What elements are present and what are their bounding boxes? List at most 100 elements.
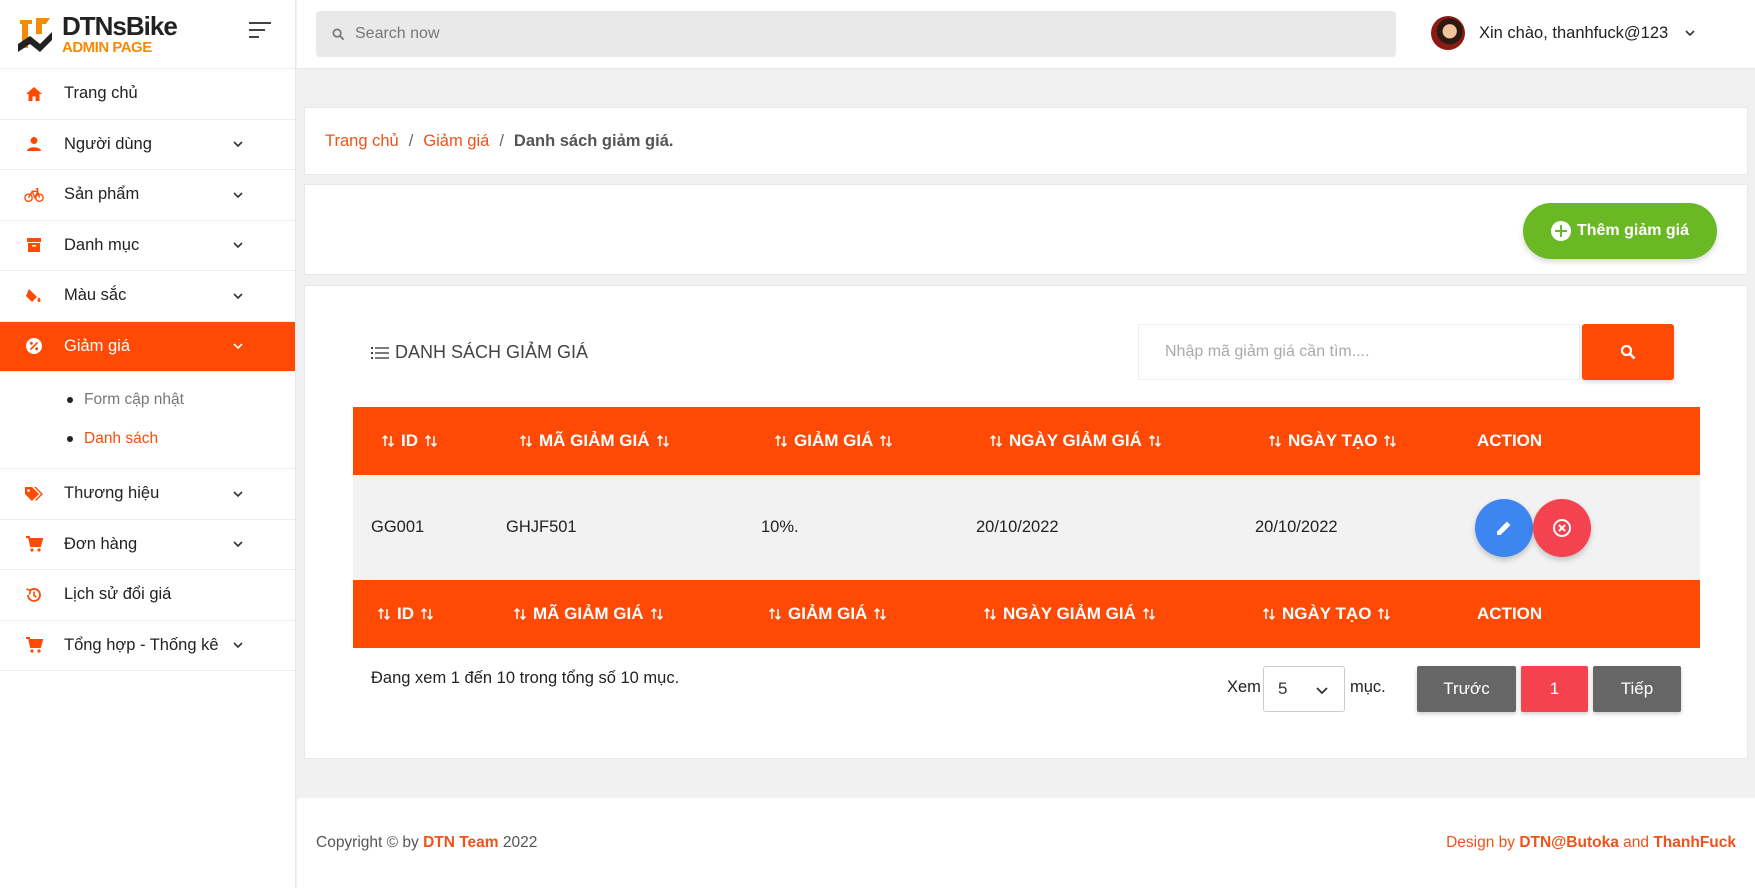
column-footer-discount-date[interactable]: NGÀY GIẢM GIÁ	[977, 580, 1162, 648]
brand-name: DTNsBike	[62, 11, 178, 41]
column-footer-action: ACTION	[1477, 580, 1542, 648]
chevron-down-icon	[233, 343, 243, 350]
sort-icon	[424, 434, 438, 448]
sort-icon	[1268, 434, 1282, 448]
sidebar-item-orders[interactable]: Đơn hàng	[0, 520, 295, 570]
sidebar-item-statistics[interactable]: Tổng hợp - Thống kê	[0, 621, 295, 671]
sort-icon	[768, 607, 782, 621]
sidebar-item-label: Tổng hợp - Thống kê	[64, 635, 219, 654]
discount-list-card: DANH SÁCH GIẢM GIÁ ID MÃ GIẢM GIÁ GIẢM G…	[304, 285, 1748, 759]
plus-circle-icon	[1550, 221, 1571, 241]
page-size-select[interactable]: 5	[1263, 666, 1345, 712]
discount-table: ID MÃ GIẢM GIÁ GIẢM GIÁ NGÀY GIẢM GIÁ NG	[353, 407, 1700, 648]
chevron-down-icon	[1316, 687, 1328, 695]
column-footer-id[interactable]: ID	[371, 580, 440, 648]
sort-icon	[989, 434, 1003, 448]
column-footer-label: ID	[397, 604, 414, 623]
next-page-button[interactable]: Tiếp	[1593, 666, 1681, 712]
designer-link[interactable]: DTN@Butoka	[1519, 834, 1619, 851]
sidebar-item-categories[interactable]: Danh mục	[0, 221, 295, 271]
cart-icon	[24, 534, 44, 554]
sidebar-item-home[interactable]: Trang chủ	[0, 69, 295, 120]
toolbar-card: Thêm giảm giá	[304, 184, 1748, 275]
brand-logo-icon	[18, 18, 52, 52]
menu-toggle-icon[interactable]	[249, 22, 273, 42]
tags-icon	[24, 484, 44, 504]
close-circle-icon	[1553, 519, 1571, 537]
column-header-label: NGÀY TẠO	[1288, 431, 1378, 450]
search-icon	[1620, 344, 1636, 360]
column-footer-code[interactable]: MÃ GIẢM GIÁ	[507, 580, 670, 648]
user-menu[interactable]: Xin chào, thanhfuck@123	[1431, 16, 1696, 50]
sort-icon	[650, 607, 663, 621]
cell-id: GG001	[371, 518, 425, 536]
submenu-item-label: Danh sách	[84, 429, 159, 447]
column-header-id[interactable]: ID	[375, 407, 444, 475]
sort-icon	[420, 607, 434, 621]
column-header-label: NGÀY GIẢM GIÁ	[1009, 431, 1142, 450]
add-discount-button[interactable]: Thêm giảm giá	[1523, 203, 1717, 259]
discount-filter-input[interactable]	[1139, 325, 1579, 379]
user-icon	[24, 134, 44, 154]
prev-page-button[interactable]: Trước	[1417, 666, 1516, 712]
filter-search-button[interactable]	[1582, 324, 1674, 380]
submenu-item-list[interactable]: Danh sách	[0, 419, 295, 458]
designer-link[interactable]: ThanhFuck	[1653, 834, 1736, 851]
team-link[interactable]: DTN Team	[423, 834, 499, 851]
chevron-down-icon	[1685, 30, 1695, 37]
list-title-text: DANH SÁCH GIẢM GIÁ	[395, 342, 589, 362]
design-prefix: Design by	[1446, 834, 1515, 851]
discount-submenu: Form cập nhật Danh sách	[0, 372, 295, 469]
sidebar-item-colors[interactable]: Màu sắc	[0, 271, 295, 322]
cell-discount: 10%.	[761, 518, 799, 536]
column-header-created[interactable]: NGÀY TẠO	[1262, 407, 1403, 475]
sort-icon	[1378, 607, 1391, 621]
sidebar-item-users[interactable]: Người dùng	[0, 120, 295, 170]
column-footer-label: NGÀY TẠO	[1282, 604, 1372, 623]
delete-button[interactable]	[1533, 499, 1591, 557]
edit-button[interactable]	[1475, 499, 1533, 557]
sort-icon	[381, 434, 395, 448]
breadcrumb-current: Danh sách giảm giá.	[513, 131, 674, 150]
discount-filter	[1138, 324, 1580, 380]
brand-subtitle: ADMIN PAGE	[62, 39, 152, 56]
archive-icon	[24, 235, 44, 255]
paint-bucket-icon	[24, 286, 44, 306]
sidebar-item-products[interactable]: Sản phẩm	[0, 170, 295, 221]
chevron-down-icon	[233, 192, 243, 198]
submenu-item-form[interactable]: Form cập nhật	[0, 380, 295, 419]
submenu-item-label: Form cập nhật	[84, 390, 184, 408]
page-size-label: Xem	[1227, 678, 1261, 696]
user-greeting: Xin chào, thanhfuck@123	[1479, 23, 1669, 42]
sidebar-item-discounts[interactable]: Giảm giá	[0, 321, 295, 372]
sort-icon	[656, 434, 669, 448]
chevron-down-icon	[233, 141, 243, 148]
sidebar-item-brands[interactable]: Thương hiệu	[0, 469, 295, 520]
cell-code: GHJF501	[506, 518, 577, 536]
column-footer-discount[interactable]: GIẢM GIÁ	[762, 580, 893, 648]
column-header-code[interactable]: MÃ GIẢM GIÁ	[513, 407, 676, 475]
footer-copyright: Copyright © by DTN Team 2022	[316, 834, 537, 852]
breadcrumb-section[interactable]: Giảm giá	[423, 132, 489, 151]
breadcrumb-separator: /	[499, 131, 504, 150]
sidebar-item-price-history[interactable]: Lịch sử đổi giá	[0, 570, 295, 621]
add-discount-label: Thêm giảm giá	[1576, 222, 1690, 239]
sort-icon	[519, 434, 533, 448]
page-number-button[interactable]: 1	[1521, 666, 1588, 712]
column-header-discount[interactable]: GIẢM GIÁ	[768, 407, 899, 475]
sidebar-item-label: Đơn hàng	[64, 534, 138, 553]
sort-icon	[513, 607, 527, 621]
column-footer-created[interactable]: NGÀY TẠO	[1256, 580, 1397, 648]
breadcrumb-home[interactable]: Trang chủ	[325, 132, 399, 151]
copyright-year: 2022	[502, 834, 538, 851]
global-search-input[interactable]	[355, 25, 1255, 43]
cell-discount-date: 20/10/2022	[976, 518, 1059, 536]
sort-icon	[1148, 434, 1161, 448]
page-size-value: 5	[1278, 679, 1288, 698]
column-header-discount-date[interactable]: NGÀY GIẢM GIÁ	[983, 407, 1168, 475]
brand[interactable]: DTNsBike ADMIN PAGE	[0, 0, 295, 69]
topbar: Xin chào, thanhfuck@123	[297, 0, 1755, 69]
chevron-down-icon	[233, 541, 243, 548]
sort-icon	[774, 434, 788, 448]
footer: Copyright © by DTN Team 2022 Design by D…	[297, 798, 1755, 888]
